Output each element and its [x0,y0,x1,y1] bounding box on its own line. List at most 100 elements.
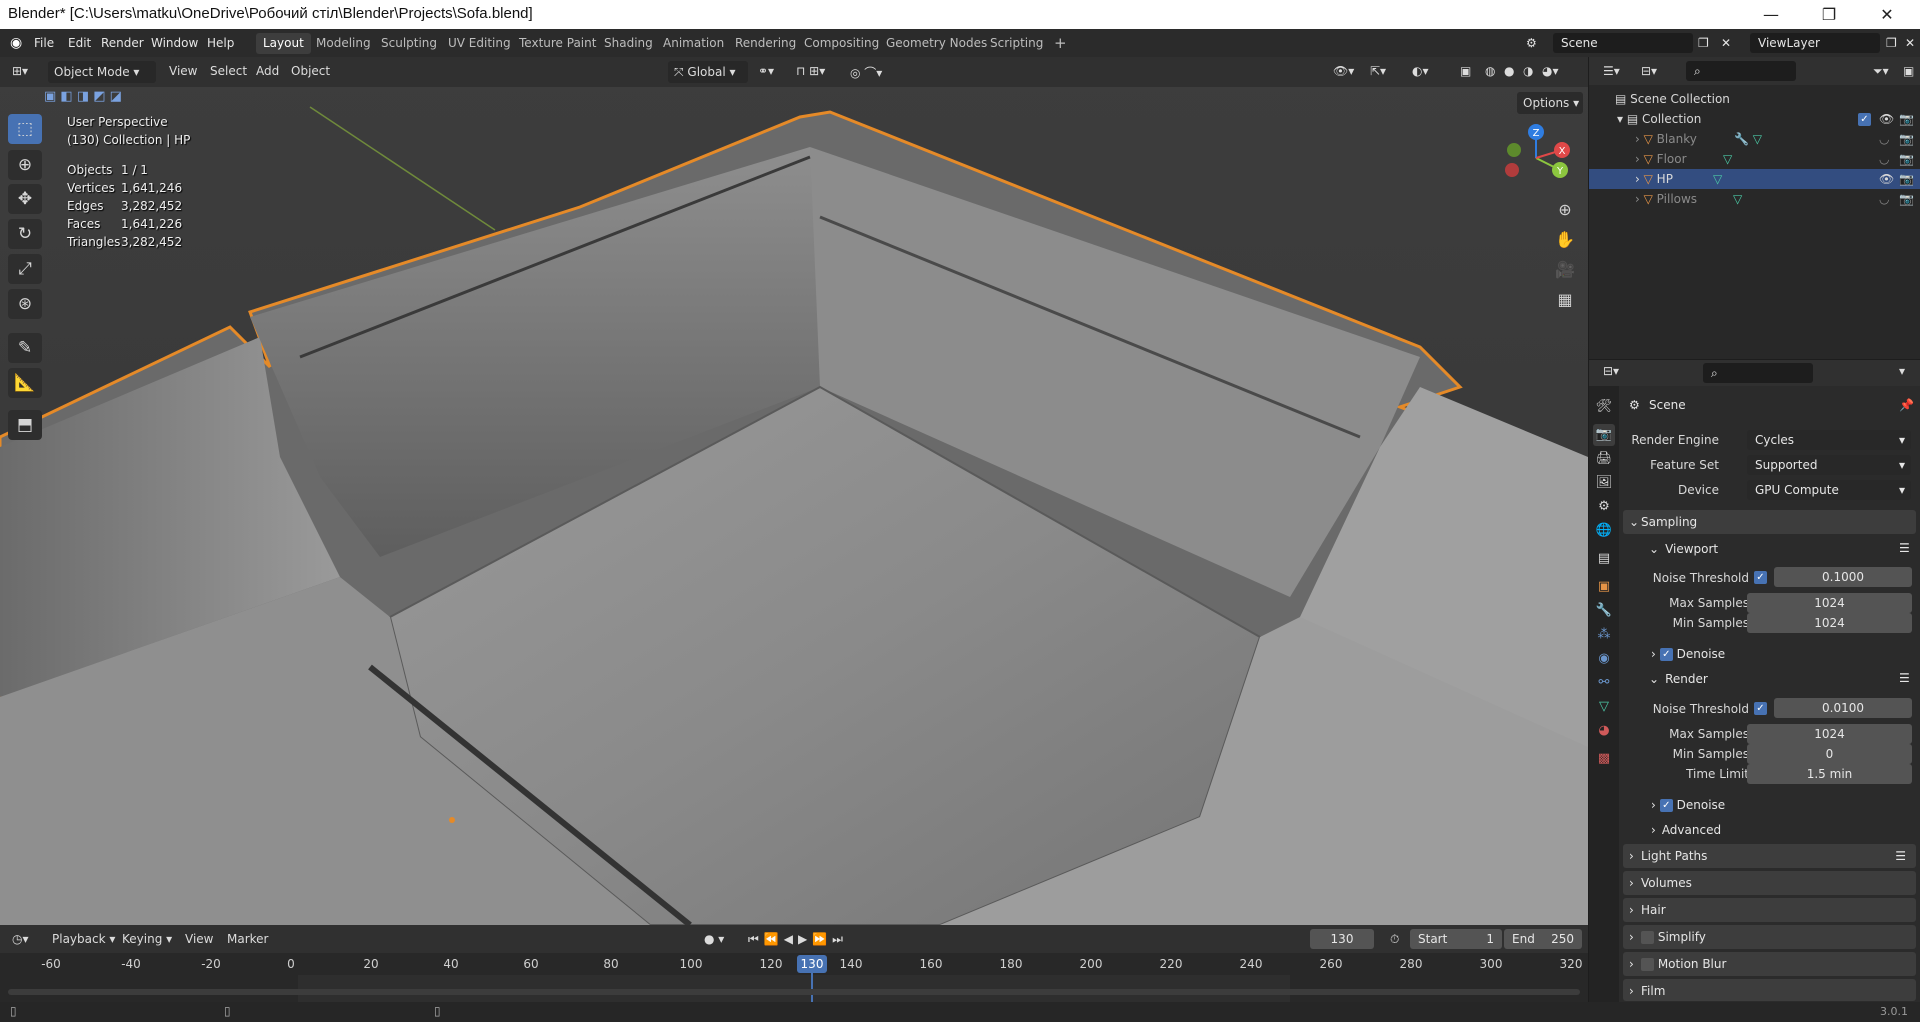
properties-options-icon[interactable]: ▾ [1899,364,1905,378]
hidden-eye-icon[interactable]: ◡ [1879,189,1889,209]
tree-collection[interactable]: ▾ ▤ Collection ✓ 👁 📷 [1589,109,1920,129]
render-max-samples-field[interactable]: 1024 [1747,724,1912,744]
hidden-eye-icon[interactable]: ◡ [1879,129,1889,149]
copy-view-layer-icon[interactable]: ❐ [1886,34,1897,52]
move-tool[interactable]: ✥ [8,184,42,214]
properties-search-input[interactable]: ⌕ [1703,363,1813,383]
minimize-button[interactable]: — [1748,0,1794,29]
world-tab-icon[interactable]: 🌐 [1593,520,1615,542]
render-camera-icon[interactable]: 📷 [1899,149,1914,169]
transform-tool[interactable]: ⊛ [8,289,42,319]
3d-viewport[interactable]: ⊞▾ Object Mode ▾ View Select Add Object … [0,57,1588,925]
simplify-checkbox[interactable] [1641,931,1654,944]
ortho-grid-icon[interactable]: ▦ [1552,287,1578,313]
expand-arrow-icon[interactable]: › [1635,152,1644,166]
viewport-denoise-subpanel[interactable]: › ✓ Denoise [1651,647,1725,661]
measure-tool[interactable]: 📐 [8,368,42,398]
tab-geometry-nodes[interactable]: Geometry Nodes [879,33,994,54]
tree-object-floor[interactable]: › ▽ Floor ▽ ◡ 📷 [1589,149,1920,169]
panel-simplify[interactable]: › Simplify [1623,925,1916,949]
menu-marker[interactable]: Marker [227,932,268,946]
tree-object-pillows[interactable]: › ▽ Pillows ▽ ◡ 📷 [1589,189,1920,209]
close-button[interactable]: ✕ [1864,0,1910,29]
pivot-icon[interactable]: ⚭▾ [758,64,774,78]
tree-object-hp[interactable]: › ▽ HP ▽ 👁 📷 [1589,169,1920,189]
maximize-button[interactable]: ❐ [1806,0,1852,29]
visibility-eye-icon[interactable]: 👁 [1879,169,1894,189]
xray-icon[interactable]: ▣ [1460,64,1471,78]
panel-light-paths[interactable]: › Light Paths ☰ [1623,844,1916,868]
remove-scene-icon[interactable]: ✕ [1721,34,1731,52]
render-denoise-subpanel[interactable]: › ✓ Denoise [1651,798,1725,812]
proportional-edit-icon[interactable]: ◎ ⌒▾ [850,64,882,81]
timeline-editor[interactable]: ◷▾ Playback ▾ Keying ▾ View Marker ● ▾ ⏮… [0,925,1588,1010]
physics-tab-icon[interactable]: ◉ [1593,648,1615,670]
tab-rendering[interactable]: Rendering [728,33,803,54]
timeline-scrollbar[interactable] [8,989,1580,995]
menu-object[interactable]: Object [291,64,330,78]
view-layer-selector[interactable]: ViewLayer [1750,33,1880,53]
zoom-icon[interactable]: ⊕ [1552,197,1578,223]
device-dropdown[interactable]: GPU Compute ▾ [1747,480,1911,500]
presets-list-icon[interactable]: ☰ [1899,671,1910,685]
clock-icon[interactable]: ⏱ [1390,932,1399,947]
outliner[interactable]: ☰▾ ⊟▾ ⌕ ⏷▾ ▣ ▤ Scene Collection ▾ ▤ Coll… [1589,57,1920,359]
scene-selector[interactable]: Scene [1553,33,1693,53]
outliner-search-input[interactable]: ⌕ [1686,61,1796,81]
panel-hair[interactable]: › Hair [1623,898,1916,922]
menu-edit[interactable]: Edit [68,34,91,52]
view-layer-tab-icon[interactable]: 🖼 [1593,472,1615,494]
playhead-frame[interactable]: 130 [797,955,827,973]
new-collection-icon[interactable]: ▣ [1903,64,1914,78]
filter-icon[interactable]: ⏷▾ [1873,64,1889,79]
motion-blur-checkbox[interactable] [1641,958,1654,971]
render-engine-dropdown[interactable]: Cycles ▾ [1747,430,1911,450]
menu-select[interactable]: Select [210,64,247,78]
tab-texture-paint[interactable]: Texture Paint [512,33,603,54]
outliner-editor-type-icon[interactable]: ☰▾ [1603,64,1620,78]
visibility-icon[interactable]: 👁▾ [1333,64,1354,78]
viewport-denoise-checkbox[interactable]: ✓ [1659,648,1673,661]
menu-window[interactable]: Window [151,34,198,52]
pan-hand-icon[interactable]: ✋ [1552,227,1578,253]
tab-animation[interactable]: Animation [656,33,731,54]
modifier-tab-icon[interactable]: 🔧 [1593,600,1615,622]
expand-arrow-icon[interactable]: › [1635,192,1644,206]
menu-view[interactable]: View [169,64,197,78]
render-min-samples-field[interactable]: 0 [1747,744,1912,764]
rendered-shading-icon[interactable]: ◕▾ [1542,64,1559,78]
snap-icon[interactable]: ⊓ ⊞▾ [796,64,825,78]
timeline-editor-type-icon[interactable]: ◷▾ [12,932,29,946]
subpanel-viewport[interactable]: ⌄ Viewport [1649,542,1718,556]
tree-object-blanky[interactable]: › ▽ Blanky 🔧 ▽ ◡ 📷 [1589,129,1920,149]
tab-scripting[interactable]: Scripting [983,33,1050,54]
navigation-gizmo[interactable]: Z X Y [1500,122,1570,192]
start-frame-field[interactable]: Start 1 [1410,929,1502,949]
panel-volumes[interactable]: › Volumes [1623,871,1916,895]
panel-sampling[interactable]: ⌄ Sampling [1623,510,1916,534]
selection-mode-icons[interactable]: ▣ ◧ ◨ ◩ ◪ [44,89,122,104]
menu-file[interactable]: File [34,34,54,52]
tab-modeling[interactable]: Modeling [309,33,378,54]
render-denoise-checkbox[interactable]: ✓ [1659,799,1673,812]
current-frame-field[interactable]: 130 [1310,929,1374,949]
render-camera-icon[interactable]: 📷 [1899,129,1914,149]
texture-tab-icon[interactable]: ▩ [1593,748,1615,770]
render-noise-threshold-field[interactable]: 0.0100 [1774,698,1912,718]
constraints-tab-icon[interactable]: ⚯ [1593,672,1615,694]
hidden-eye-icon[interactable]: ◡ [1879,149,1889,169]
camera-view-icon[interactable]: 🎥 [1552,257,1578,283]
menu-keying[interactable]: Keying ▾ [122,932,172,946]
menu-playback[interactable]: Playback ▾ [52,932,115,946]
tab-sculpting[interactable]: Sculpting [374,33,444,54]
presets-list-icon[interactable]: ☰ [1895,844,1906,868]
scene-icon[interactable]: ⚙ [1526,34,1537,52]
material-tab-icon[interactable]: ◕ [1593,720,1615,742]
tab-layout[interactable]: Layout [256,33,311,54]
menu-add[interactable]: Add [256,64,279,78]
wireframe-shading-icon[interactable]: ◍ [1485,64,1495,78]
tool-tab-icon[interactable]: 🛠 [1593,396,1615,418]
viewport-noise-threshold-checkbox[interactable]: ✓ [1754,570,1767,584]
particles-tab-icon[interactable]: ⁂ [1593,624,1615,646]
subpanel-advanced[interactable]: › Advanced [1651,823,1721,837]
